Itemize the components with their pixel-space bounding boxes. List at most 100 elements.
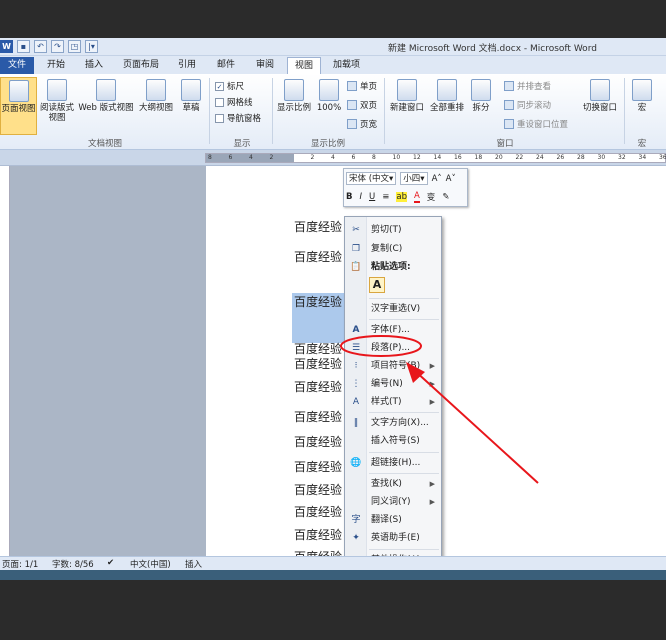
- draft-view-button[interactable]: 草稿: [177, 77, 205, 113]
- bold-button[interactable]: B: [346, 192, 352, 202]
- ruler-tick-label: 4: [249, 154, 253, 161]
- one-page-icon: [347, 81, 357, 91]
- print-preview-icon[interactable]: ◳: [68, 40, 81, 53]
- phonetic-guide-icon[interactable]: 变: [427, 191, 436, 203]
- center-align-icon[interactable]: ≡: [382, 192, 389, 202]
- menu-item-paragraph[interactable]: ☰ 段落(P)...: [345, 339, 441, 357]
- tab-references[interactable]: 引用: [171, 57, 203, 74]
- status-insert-mode[interactable]: 插入: [185, 558, 202, 570]
- one-page-button[interactable]: 单页: [347, 80, 377, 92]
- paste-keep-format-button[interactable]: A: [369, 277, 385, 293]
- font-name-box[interactable]: 宋体 (中文▾: [346, 172, 397, 185]
- switch-window-label: 切换窗口: [582, 103, 617, 113]
- tab-view[interactable]: 视图: [287, 57, 322, 74]
- menu-item-english-assistant[interactable]: ✦ 英语助手(E): [345, 529, 441, 547]
- web-view-label: Web 版式视图: [78, 103, 134, 113]
- menu-item-synonyms[interactable]: 同义词(Y) ▶: [345, 493, 441, 511]
- customize-toolbar-icon[interactable]: |▾: [85, 40, 98, 53]
- tab-page-layout[interactable]: 页面布局: [116, 57, 166, 74]
- new-window-icon: [397, 79, 417, 101]
- menu-item-lookup[interactable]: 查找(K) ▶: [345, 475, 441, 493]
- horizontal-ruler[interactable]: 8 6 4 2 2 4 6 8 10 12 14 16 18 20 22 24 26 28 30 32 34 36: [205, 153, 666, 163]
- web-view-button[interactable]: Web 版式视图: [76, 77, 136, 113]
- proofing-icon[interactable]: ✔: [107, 558, 114, 568]
- tab-mailings[interactable]: 邮件: [210, 57, 242, 74]
- reading-view-button[interactable]: 阅读版式 视图: [38, 77, 76, 123]
- switch-window-button[interactable]: 切换窗口: [580, 77, 620, 113]
- ruler-tick-label: 18: [474, 154, 483, 161]
- ruler-tick-label: 26: [556, 154, 565, 161]
- ribbon-tabs: 文件 开始 插入 页面布局 引用 邮件 审阅 视图 加载项: [0, 56, 666, 74]
- status-word-count[interactable]: 字数: 8/56: [52, 558, 94, 570]
- tab-addins[interactable]: 加载项: [326, 57, 367, 74]
- draft-view-label: 草稿: [182, 103, 200, 113]
- menu-item-han-reconvert[interactable]: 汉字重选(V): [345, 300, 441, 318]
- outline-view-button[interactable]: 大纲视图: [137, 77, 175, 113]
- page-view-button[interactable]: 页面视图: [0, 77, 37, 135]
- document-line: 百度经验: [294, 295, 343, 309]
- ruler-tick-label: 34: [638, 154, 647, 161]
- menu-item-insert-symbol[interactable]: 插入符号(S): [345, 432, 441, 450]
- zoom-100-button[interactable]: 100%: [314, 77, 344, 113]
- outline-view-icon: [146, 79, 166, 101]
- redo-icon[interactable]: ↷: [51, 40, 64, 53]
- submenu-arrow-icon: ▶: [429, 362, 435, 370]
- submenu-arrow-icon: ▶: [429, 398, 435, 406]
- format-painter-icon[interactable]: ✎: [442, 192, 449, 202]
- highlight-icon[interactable]: ab: [396, 192, 407, 202]
- font-size-box[interactable]: 小四▾: [400, 172, 428, 185]
- menu-item-numbering[interactable]: ⋮ 编号(N) ▶: [345, 375, 441, 393]
- page-width-button[interactable]: 页宽: [347, 118, 377, 130]
- window-title: 新建 Microsoft Word 文档.docx - Microsoft Wo…: [388, 44, 597, 54]
- menu-item-cut[interactable]: ✂ 剪切(T): [345, 221, 441, 239]
- grow-font-icon[interactable]: A˄: [432, 174, 442, 184]
- menu-item-bullets[interactable]: ⁝ 项目符号(B) ▶: [345, 357, 441, 375]
- italic-button[interactable]: I: [359, 192, 362, 202]
- word-logo-icon[interactable]: W: [0, 40, 13, 53]
- menu-item-font[interactable]: A 字体(F)...: [345, 321, 441, 339]
- side-by-side-button[interactable]: 并排查看: [504, 80, 551, 92]
- magnifier-icon: [284, 79, 304, 101]
- document-line: 百度经验: [294, 380, 343, 394]
- reset-position-button[interactable]: 重设窗口位置: [504, 118, 568, 130]
- arrange-all-button[interactable]: 全部重排: [428, 77, 466, 113]
- zoom-button[interactable]: 显示比例: [276, 77, 312, 113]
- ruler-tick-label: 30: [597, 154, 606, 161]
- zoom-100-label: 100%: [316, 103, 342, 113]
- menu-item-text-direction[interactable]: ‖ 文字方向(X)...: [345, 414, 441, 432]
- nav-pane-checkbox[interactable]: 导航窗格: [215, 112, 261, 124]
- ruler-checkbox[interactable]: ✓ 标尺: [215, 80, 244, 92]
- font-color-icon[interactable]: A: [413, 191, 420, 203]
- two-pages-button[interactable]: 双页: [347, 99, 377, 111]
- tab-review[interactable]: 审阅: [249, 57, 281, 74]
- vertical-ruler[interactable]: [0, 166, 10, 556]
- new-window-button[interactable]: 新建窗口: [388, 77, 426, 113]
- ruler-tick-label: 22: [515, 154, 524, 161]
- status-page[interactable]: 页面: 1/1: [2, 558, 38, 570]
- gridlines-checkbox[interactable]: 网格线: [215, 96, 253, 108]
- undo-icon[interactable]: ↶: [34, 40, 47, 53]
- menu-item-insert-symbol-label: 插入符号(S): [371, 436, 420, 446]
- menu-item-numbering-label: 编号(N): [371, 379, 403, 389]
- menu-item-copy[interactable]: ❐ 复制(C): [345, 240, 441, 258]
- status-language[interactable]: 中文(中国): [130, 558, 171, 570]
- split-button[interactable]: 拆分: [468, 77, 494, 113]
- tab-insert[interactable]: 插入: [78, 57, 110, 74]
- menu-item-hyperlink[interactable]: 🌐 超链接(H)...: [345, 454, 441, 472]
- mini-toolbar: 宋体 (中文▾ 小四▾ A˄ A˅ B I U ≡ ab A 变 ✎: [343, 168, 468, 207]
- shrink-font-icon[interactable]: A˅: [446, 174, 456, 184]
- sync-scroll-button[interactable]: 同步滚动: [504, 99, 551, 111]
- menu-item-translate-label: 翻译(S): [371, 515, 402, 525]
- document-line: 百度经验: [294, 220, 343, 234]
- tab-file[interactable]: 文件: [0, 57, 34, 74]
- underline-button[interactable]: U: [369, 192, 375, 202]
- menu-item-styles[interactable]: A 样式(T) ▶: [345, 393, 441, 411]
- tab-home[interactable]: 开始: [40, 57, 72, 74]
- menu-item-translate[interactable]: 字翻译(S): [345, 511, 441, 529]
- zoom-label: 显示比例: [276, 103, 311, 113]
- macros-button[interactable]: 宏: [628, 77, 656, 113]
- save-icon[interactable]: ▪: [17, 40, 30, 53]
- menu-item-paste-options: 📋 粘贴选项:: [345, 258, 441, 276]
- macros-icon: [632, 79, 652, 101]
- two-pages-icon: [347, 100, 357, 110]
